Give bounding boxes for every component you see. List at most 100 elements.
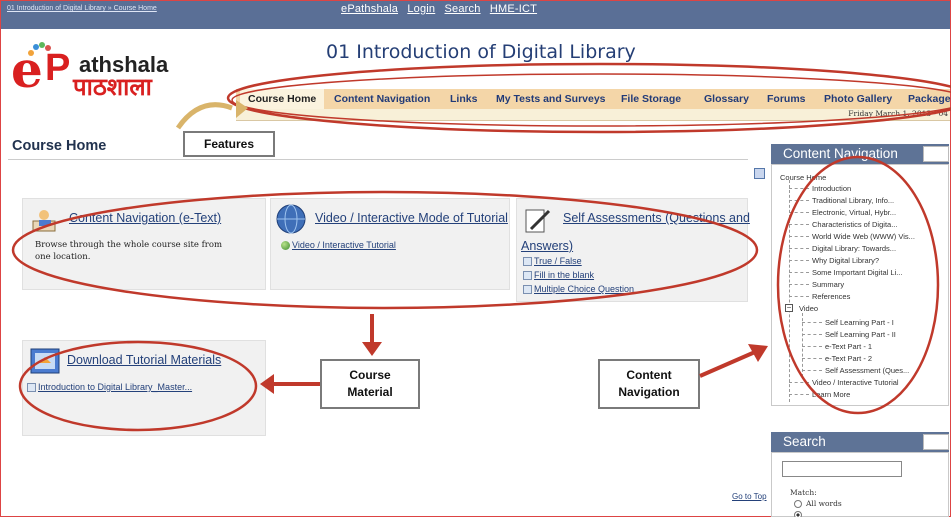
tab-links[interactable]: Links [442, 89, 485, 109]
radio-selected[interactable] [794, 511, 802, 517]
globe-icon [276, 204, 306, 234]
true-false-link[interactable]: True / False [523, 256, 582, 266]
tree-node-self-learning-1[interactable]: Self Learning Part - I [825, 318, 894, 327]
match-label: Match: [790, 488, 817, 497]
radio-all-words[interactable] [794, 499, 802, 508]
download-file-label: Introduction to Digital Library_Master..… [38, 382, 193, 392]
tree-node-course-home[interactable]: Course Home [780, 173, 826, 182]
tab-package[interactable]: Package [900, 89, 951, 109]
top-link-hme-ict[interactable]: HME-ICT [490, 3, 537, 15]
self-assessments-link[interactable]: Self Assessments (Questions and [563, 211, 750, 225]
tab-file-storage[interactable]: File Storage [613, 89, 689, 109]
top-link-search[interactable]: Search [445, 3, 481, 15]
tree-node-summary[interactable]: Summary [812, 280, 844, 289]
tree-node-self-learning-2[interactable]: Self Learning Part - II [825, 330, 896, 339]
tab-content-navigation[interactable]: Content Navigation [326, 89, 438, 109]
download-materials-link[interactable]: Download Tutorial Materials [67, 353, 221, 367]
annotation-content-navigation-line2: Navigation [618, 385, 680, 399]
tree-node-important-digital[interactable]: Some Important Digital Li... [812, 268, 902, 277]
video-interactive-tutorial-link[interactable]: Video / Interactive Tutorial [281, 240, 396, 250]
tree-node-introduction[interactable]: Introduction [812, 184, 851, 193]
content-navigation-panel: Content Navigation Course Home Introduct… [771, 144, 949, 406]
card-content-navigation: Content Navigation (e-Text) Browse throu… [22, 198, 266, 290]
multiple-choice-link[interactable]: Multiple Choice Question [523, 284, 634, 294]
match-second-option[interactable] [794, 511, 802, 517]
true-false-label: True / False [534, 256, 582, 266]
quiz-icon [523, 284, 532, 294]
logo-hindi-text: पाठशाला [73, 73, 152, 101]
content-navigation-description: Browse through the whole course site fro… [35, 240, 223, 262]
main-nav: Course Home Content Navigation Links My … [236, 89, 951, 109]
logo-e-letter: e [11, 40, 43, 99]
tree-node-etext-1[interactable]: e-Text Part - 1 [825, 342, 872, 351]
top-link-epathshala[interactable]: ePathshala [341, 3, 398, 15]
video-tutorial-heading-link[interactable]: Video / Interactive Mode of Tutorial [315, 211, 508, 225]
annotation-features: Features [183, 131, 275, 157]
match-all-words-label: All words [806, 499, 842, 508]
top-link-login[interactable]: Login [407, 3, 435, 15]
card-self-assessments: Self Assessments (Questions and Answers)… [516, 198, 750, 302]
search-input[interactable] [782, 461, 902, 477]
content-tree: Course Home Introduction Traditional Lib… [771, 164, 949, 406]
heading-divider [8, 159, 748, 160]
self-assessments-link-line2[interactable]: Answers) [521, 239, 573, 253]
section-heading: Course Home [12, 138, 107, 154]
panel-toggle-tab[interactable] [923, 146, 949, 162]
search-panel-header: Search [771, 432, 949, 452]
tab-course-home[interactable]: Course Home [240, 89, 325, 109]
list-view-icon[interactable] [754, 168, 765, 179]
content-navigation-link[interactable]: Content Navigation (e-Text) [69, 211, 221, 225]
quiz-icon [523, 256, 532, 266]
card-video-tutorial: Video / Interactive Mode of Tutorial Vid… [270, 198, 510, 290]
search-panel-title: Search [783, 434, 826, 449]
tree-node-digital-library-towards[interactable]: Digital Library: Towards... [812, 244, 896, 253]
annotation-content-navigation: Content Navigation [598, 359, 700, 409]
annotation-course-material: Course Material [320, 359, 420, 409]
file-icon [27, 382, 36, 392]
quiz-icon [523, 270, 532, 280]
book-reader-icon [32, 210, 56, 232]
tree-node-characteristics[interactable]: Characteristics of Digita... [812, 220, 897, 229]
tree-node-video[interactable]: Video [799, 304, 818, 313]
tree-node-traditional-library[interactable]: Traditional Library, Info... [812, 196, 894, 205]
card-download-materials: Download Tutorial Materials Introduction… [22, 340, 266, 436]
green-orb-icon [281, 240, 290, 250]
tree-node-electronic-virtual[interactable]: Electronic, Virtual, Hybr... [812, 208, 896, 217]
epathshala-logo[interactable]: e P athshala पाठशाला [9, 39, 209, 99]
match-all-words-option[interactable]: All words [794, 499, 842, 508]
fill-in-blank-label: Fill in the blank [534, 270, 595, 280]
site-header: e P athshala पाठशाला 01 Introduction of … [1, 29, 951, 122]
annotation-course-material-line1: Course [349, 368, 391, 382]
annotation-content-navigation-line1: Content [626, 368, 672, 382]
top-links: ePathshala Login Search HME-ICT [341, 3, 543, 15]
search-panel-body: Match: All words [771, 452, 949, 517]
tree-node-self-assessment[interactable]: Self Assessment (Ques... [825, 366, 909, 375]
tab-photo-gallery[interactable]: Photo Gallery [816, 89, 900, 109]
tab-glossary[interactable]: Glossary [696, 89, 757, 109]
breadcrumb[interactable]: 01 Introduction of Digital Library » Cou… [7, 5, 157, 12]
video-interactive-tutorial-label: Video / Interactive Tutorial [292, 240, 396, 250]
fill-in-blank-link[interactable]: Fill in the blank [523, 270, 594, 280]
current-date: Friday March 1, 2013 - 04 [848, 109, 948, 118]
tab-forums[interactable]: Forums [759, 89, 814, 109]
content-navigation-panel-header: Content Navigation [771, 144, 949, 164]
tree-node-why-digital-library[interactable]: Why Digital Library? [812, 256, 879, 265]
content-navigation-panel-title: Content Navigation [783, 146, 898, 161]
tree-node-references[interactable]: References [812, 292, 850, 301]
page-title: 01 Introduction of Digital Library [326, 41, 636, 63]
tree-node-etext-2[interactable]: e-Text Part - 2 [825, 354, 872, 363]
download-folder-icon [30, 348, 60, 374]
annotation-course-material-line2: Material [347, 385, 393, 399]
logo-p-letter: P [45, 47, 71, 89]
download-file-link[interactable]: Introduction to Digital Library_Master..… [27, 382, 192, 392]
multiple-choice-label: Multiple Choice Question [534, 284, 635, 294]
tree-collapse-video-icon[interactable]: − [785, 304, 793, 312]
tree-node-www[interactable]: World Wide Web (WWW) Vis... [812, 232, 915, 241]
search-panel-toggle-tab[interactable] [923, 434, 949, 450]
tree-node-video-interactive[interactable]: Video / Interactive Tutorial [812, 378, 899, 387]
pencil-paper-icon [525, 209, 551, 233]
search-panel: Search Match: All words [771, 432, 949, 517]
tab-my-tests-and-surveys[interactable]: My Tests and Surveys [488, 89, 614, 109]
tree-node-learn-more[interactable]: Learn More [812, 390, 850, 399]
go-to-top-link[interactable]: Go to Top [732, 492, 767, 501]
